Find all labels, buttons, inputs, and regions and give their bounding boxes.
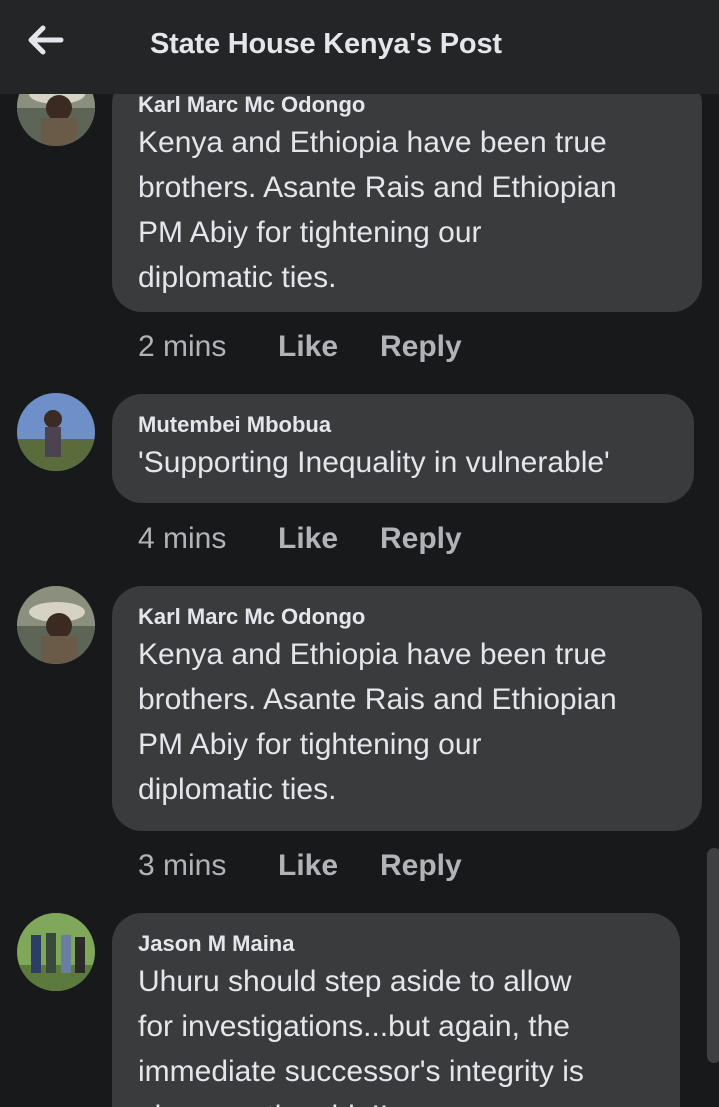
scrollbar[interactable] xyxy=(707,848,719,1063)
avatar[interactable] xyxy=(17,393,95,471)
comment-timestamp: 3 mins xyxy=(138,849,227,882)
comment-bubble[interactable]: Karl Marc Mc Odongo Kenya and Ethiopia h… xyxy=(112,586,702,831)
comment-timestamp: 2 mins xyxy=(138,330,227,363)
comments-feed[interactable]: Karl Marc Mc Odongo Kenya and Ethiopia h… xyxy=(0,0,719,1107)
reply-button[interactable]: Reply xyxy=(380,330,462,364)
comment-bubble[interactable]: Mutembei Mbobua 'Supporting Inequality i… xyxy=(112,394,694,503)
like-button[interactable]: Like xyxy=(278,330,380,364)
comment-bubble[interactable]: Jason M Maina Uhuru should step aside to… xyxy=(112,913,680,1107)
comment-actions: 3 mins Like Reply xyxy=(138,846,462,886)
comment-text: Kenya and Ethiopia have been true brothe… xyxy=(138,126,617,294)
avatar[interactable] xyxy=(17,586,95,664)
comment-text: Kenya and Ethiopia have been true brothe… xyxy=(138,638,617,806)
comment-timestamp: 4 mins xyxy=(138,522,227,555)
comment-actions: 4 mins Like Reply xyxy=(138,519,462,559)
app-header: State House Kenya's Post xyxy=(0,0,719,94)
like-button[interactable]: Like xyxy=(278,849,380,883)
back-button[interactable] xyxy=(26,24,70,60)
arrow-left-icon xyxy=(26,24,64,61)
comment-text: Uhuru should step aside to allow for inv… xyxy=(138,965,584,1107)
reply-button[interactable]: Reply xyxy=(380,522,462,556)
comment-actions: 2 mins Like Reply xyxy=(138,327,462,367)
like-button[interactable]: Like xyxy=(278,522,380,556)
avatar[interactable] xyxy=(17,913,95,991)
comment-author[interactable]: Mutembei Mbobua xyxy=(138,410,668,440)
reply-button[interactable]: Reply xyxy=(380,849,462,883)
comment-author[interactable]: Karl Marc Mc Odongo xyxy=(138,90,676,120)
comment-text: 'Supporting Inequality in vulnerable' xyxy=(138,446,610,479)
comment-author[interactable]: Jason M Maina xyxy=(138,929,654,959)
page-title: State House Kenya's Post xyxy=(150,28,502,60)
comment-author[interactable]: Karl Marc Mc Odongo xyxy=(138,602,676,632)
comment-bubble[interactable]: Karl Marc Mc Odongo Kenya and Ethiopia h… xyxy=(112,74,702,312)
